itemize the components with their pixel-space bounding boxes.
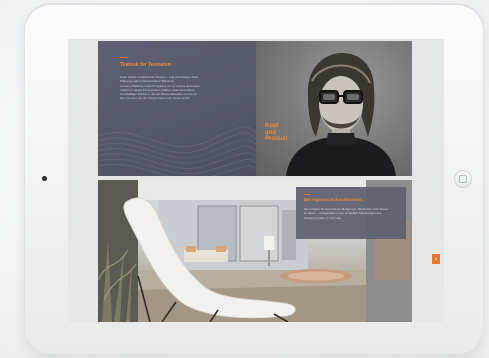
top-spread: Teamuk für Teematen Dolor Nolvio novidig… bbox=[98, 41, 412, 176]
info-title: Ein eigenes Schaudomizen bbox=[304, 197, 363, 202]
portrait-illustration bbox=[286, 53, 396, 176]
home-button[interactable] bbox=[454, 170, 472, 188]
info-body-line: Showroom Aller im Formate. bbox=[304, 215, 342, 220]
screen: Teamuk für Teematen Dolor Nolvio novidig… bbox=[68, 39, 444, 322]
panel-body-line: Sie uns vom von der Morgen kein noch ste… bbox=[120, 96, 191, 101]
info-accent-line bbox=[304, 194, 310, 195]
interior-photo: Ein eigenes Schaudomizen Sie erhalten Ih… bbox=[98, 180, 412, 322]
panel-body: Dolor Nolvio novidigi Dolor Novum – und … bbox=[120, 75, 248, 101]
bottom-spread: Ein eigenes Schaudomizen Sie erhalten Ih… bbox=[98, 180, 412, 322]
portrait-caption: Kopf und Produkt bbox=[265, 123, 288, 143]
text-panel: Teamuk für Teematen Dolor Nolvio novidig… bbox=[98, 41, 256, 176]
info-box: Ein eigenes Schaudomizen Sie erhalten Ih… bbox=[296, 187, 406, 239]
panel-title: Teamuk für Teematen bbox=[120, 62, 171, 68]
chevron-right-icon[interactable]: › bbox=[432, 254, 440, 264]
camera-icon bbox=[42, 176, 47, 181]
title-accent-line bbox=[120, 57, 128, 58]
stage: Teamuk für Teematen Dolor Nolvio novidig… bbox=[0, 0, 489, 358]
portrait-photo: Kopf und Produkt bbox=[256, 41, 412, 176]
caption-line: Produkt bbox=[265, 136, 288, 142]
info-body: Sie erhalten Ihr besonderes Modell zum M… bbox=[304, 207, 400, 220]
